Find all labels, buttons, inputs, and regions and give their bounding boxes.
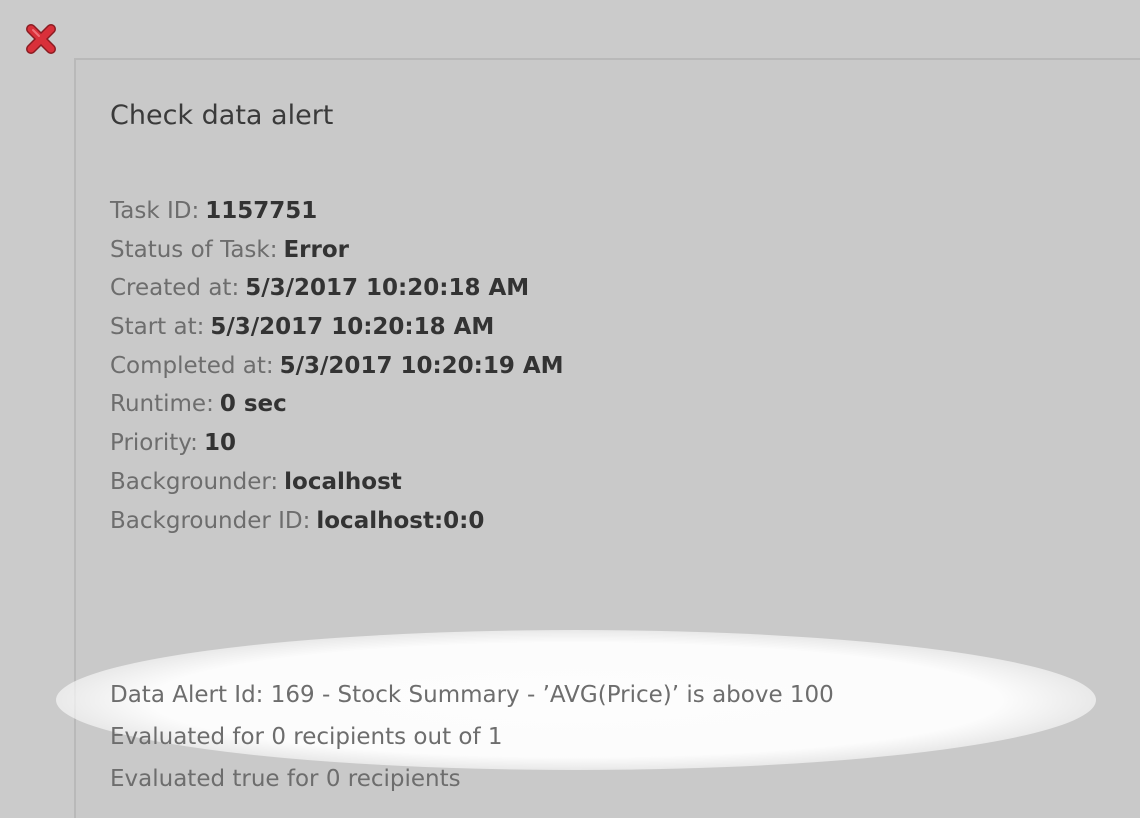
backgrounder-id-row: Backgrounder ID: localhost:0:0 bbox=[110, 502, 564, 541]
field-label: Task ID: bbox=[110, 198, 200, 224]
field-value: 5/3/2017 10:20:18 AM bbox=[210, 314, 495, 341]
field-label: Completed at: bbox=[110, 352, 274, 379]
start-at-row: Start at: 5/3/2017 10:20:18 AM bbox=[110, 308, 564, 347]
error-x-icon[interactable] bbox=[24, 22, 58, 56]
field-value: 5/3/2017 10:20:19 AM bbox=[279, 352, 564, 379]
field-label: Priority: bbox=[110, 430, 198, 457]
field-label: Created at: bbox=[110, 275, 240, 302]
completed-at-row: Completed at: 5/3/2017 10:20:19 AM bbox=[110, 347, 564, 386]
task-details-panel: Check data alert Task ID: 1157751 Status … bbox=[56, 58, 1140, 818]
field-label: Backgrounder: bbox=[110, 468, 279, 495]
field-label: Status of Task: bbox=[110, 236, 278, 263]
priority-row: Priority: 10 bbox=[110, 424, 564, 463]
task-fields: Task ID: 1157751 Status of Task: Error Cre… bbox=[110, 192, 564, 540]
created-at-row: Created at: 5/3/2017 10:20:18 AM bbox=[110, 269, 564, 308]
field-value: 1157751 bbox=[205, 198, 318, 224]
field-value: 0 sec bbox=[219, 391, 287, 418]
task-title: Check data alert bbox=[110, 100, 334, 131]
alert-evaluated-line: Evaluated for 0 recipients out of 1 bbox=[110, 724, 503, 750]
alert-true-line: Evaluated true for 0 recipients bbox=[110, 766, 461, 792]
field-value: localhost bbox=[284, 468, 402, 495]
backgrounder-row: Backgrounder: localhost bbox=[110, 463, 564, 502]
runtime-row: Runtime: 0 sec bbox=[110, 385, 564, 424]
field-label: Runtime: bbox=[110, 391, 214, 418]
status-row: Status of Task: Error bbox=[110, 231, 564, 270]
field-label: Backgrounder ID: bbox=[110, 507, 311, 534]
field-value: localhost:0:0 bbox=[316, 507, 485, 534]
alert-details: Data Alert Id: 169 - Stock Summary - ’AV… bbox=[110, 674, 834, 800]
field-value: 5/3/2017 10:20:18 AM bbox=[245, 275, 530, 302]
alert-id-line: Data Alert Id: 169 - Stock Summary - ’AV… bbox=[110, 682, 834, 708]
field-value: Error bbox=[283, 236, 350, 263]
task-id-row: Task ID: 1157751 bbox=[110, 192, 564, 231]
field-label: Start at: bbox=[110, 314, 205, 341]
field-value: 10 bbox=[203, 430, 236, 457]
